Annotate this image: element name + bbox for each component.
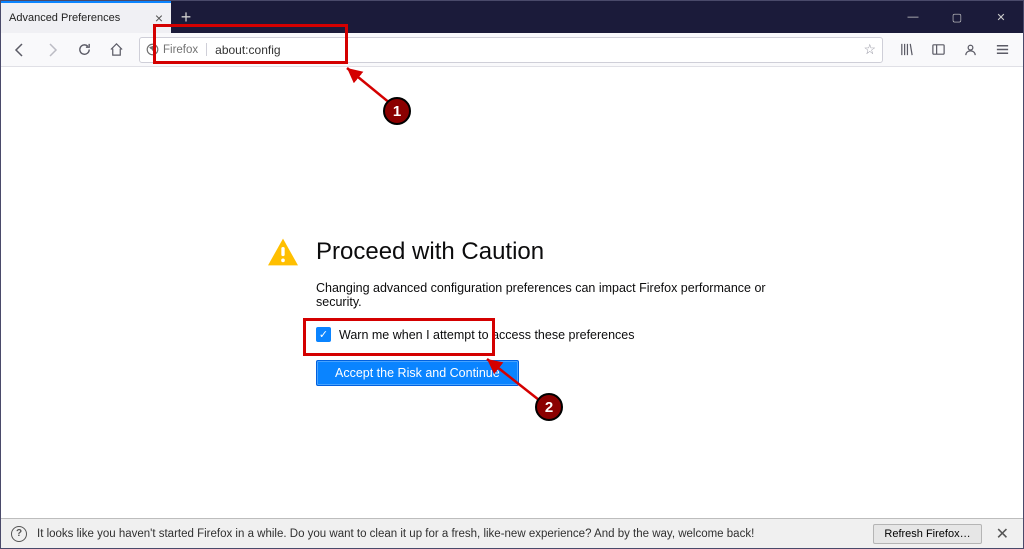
urlbar-identity: Firefox: [146, 43, 207, 56]
warn-checkbox[interactable]: ✓: [316, 327, 331, 342]
info-icon: ?: [11, 526, 27, 542]
home-icon: [109, 42, 124, 57]
caution-body: Changing advanced configuration preferen…: [316, 281, 786, 309]
toolbar-right: [891, 36, 1019, 64]
sidebar-button[interactable]: [923, 36, 953, 64]
annotation-badge-1: 1: [383, 97, 411, 125]
annotation-badge-2: 2: [535, 393, 563, 421]
library-button[interactable]: [891, 36, 921, 64]
navbar: Firefox about:config ☆: [1, 33, 1023, 67]
info-bar-close-icon[interactable]: ✕: [992, 524, 1013, 544]
warn-checkbox-label: Warn me when I attempt to access these p…: [339, 328, 635, 342]
warning-icon: [266, 237, 300, 267]
identity-label: Firefox: [163, 44, 198, 56]
arrow-right-icon: [44, 42, 60, 58]
accept-risk-button[interactable]: Accept the Risk and Continue: [316, 360, 519, 386]
new-tab-button[interactable]: +: [171, 1, 201, 33]
firefox-icon: [146, 43, 159, 56]
window-controls: — ▢ ✕: [891, 1, 1023, 33]
url-text: about:config: [215, 43, 280, 57]
caution-title: Proceed with Caution: [316, 238, 544, 266]
caution-panel: Proceed with Caution Changing advanced c…: [266, 237, 786, 386]
info-bar-text: It looks like you haven't started Firefo…: [37, 528, 863, 540]
warn-checkbox-row[interactable]: ✓ Warn me when I attempt to access these…: [316, 327, 786, 342]
minimize-button[interactable]: —: [891, 1, 935, 33]
sidebar-icon: [931, 42, 946, 57]
caution-heading: Proceed with Caution: [266, 237, 786, 267]
bookmark-star-icon[interactable]: ☆: [863, 41, 876, 58]
reload-button[interactable]: [69, 36, 99, 64]
tab-title: Advanced Preferences: [9, 12, 120, 24]
hamburger-icon: [995, 42, 1010, 57]
close-window-button[interactable]: ✕: [979, 1, 1023, 33]
menu-button[interactable]: [987, 36, 1017, 64]
library-icon: [899, 42, 914, 57]
url-bar[interactable]: Firefox about:config ☆: [139, 37, 883, 63]
refresh-firefox-button[interactable]: Refresh Firefox…: [873, 524, 981, 544]
browser-window: Advanced Preferences × + — ▢ ✕ Firefox: [0, 0, 1024, 549]
tab-close-icon[interactable]: ×: [155, 10, 163, 26]
titlebar: Advanced Preferences × + — ▢ ✕: [1, 1, 1023, 33]
account-button[interactable]: [955, 36, 985, 64]
maximize-button[interactable]: ▢: [935, 1, 979, 33]
account-icon: [963, 42, 978, 57]
forward-button[interactable]: [37, 36, 67, 64]
home-button[interactable]: [101, 36, 131, 64]
annotation-arrow-1: [341, 64, 401, 109]
reload-icon: [77, 42, 92, 57]
browser-tab[interactable]: Advanced Preferences ×: [1, 1, 171, 33]
arrow-left-icon: [12, 42, 28, 58]
info-bar: ? It looks like you haven't started Fire…: [1, 518, 1023, 548]
page-content: Proceed with Caution Changing advanced c…: [1, 67, 1023, 518]
back-button[interactable]: [5, 36, 35, 64]
